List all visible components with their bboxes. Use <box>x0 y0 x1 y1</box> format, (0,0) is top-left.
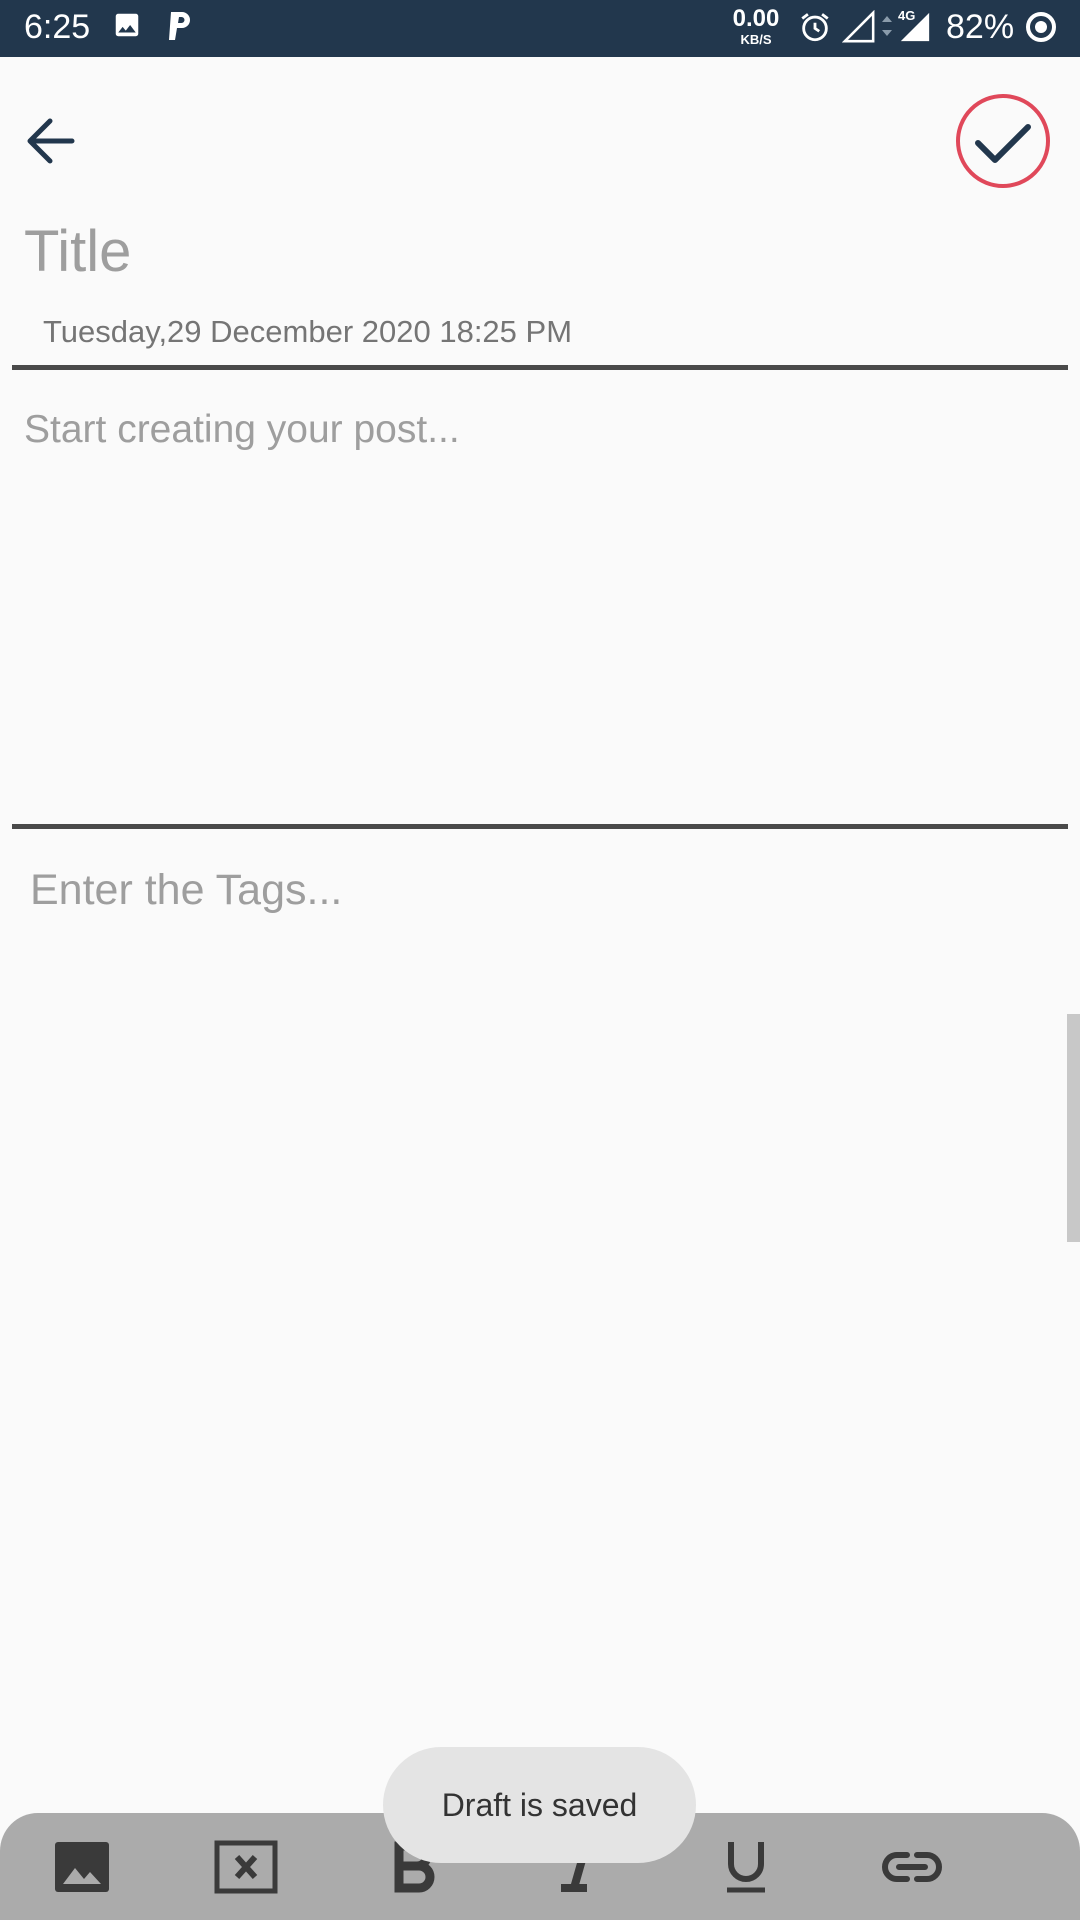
network-speed-value: 0.00 <box>732 5 780 32</box>
toast-text: Draft is saved <box>441 1786 638 1823</box>
data-arrows-icon <box>880 6 894 49</box>
back-button[interactable] <box>22 113 78 169</box>
image-notification-icon <box>112 10 142 45</box>
delete-box-icon <box>214 1840 278 1894</box>
battery-percent: 82% <box>946 8 1015 46</box>
body-divider <box>12 824 1068 829</box>
save-button[interactable] <box>955 93 1051 189</box>
status-bar: 6:25 0.00 KB/S 4G 82% <box>0 0 1080 57</box>
post-body-input[interactable]: Start creating your post... <box>24 408 460 452</box>
post-date: Tuesday,29 December 2020 18:25 PM <box>43 314 573 349</box>
image-icon <box>55 1842 109 1892</box>
delete-button[interactable] <box>214 1838 278 1896</box>
status-time: 6:25 <box>24 8 91 46</box>
signal-empty-icon <box>841 9 876 49</box>
scrollbar[interactable] <box>1067 1014 1080 1242</box>
title-input[interactable]: Title <box>24 218 131 285</box>
tags-input[interactable]: Enter the Tags... <box>30 866 342 915</box>
title-divider <box>12 365 1068 370</box>
link-button[interactable] <box>880 1838 944 1896</box>
check-circle-icon <box>956 94 1050 188</box>
underline-button[interactable] <box>714 1838 778 1896</box>
network-speed: 0.00 KB/S <box>728 5 784 47</box>
underline-icon <box>727 1842 765 1893</box>
network-speed-unit: KB/S <box>740 32 772 47</box>
toast-message: Draft is saved <box>383 1747 696 1863</box>
p-app-notification-icon <box>166 10 194 47</box>
signal-full-icon <box>898 10 932 49</box>
arrow-left-icon <box>27 118 75 164</box>
battery-ring-icon <box>1024 10 1058 49</box>
alarm-icon <box>798 10 832 49</box>
insert-image-button[interactable] <box>50 1838 114 1896</box>
link-icon <box>882 1852 942 1882</box>
